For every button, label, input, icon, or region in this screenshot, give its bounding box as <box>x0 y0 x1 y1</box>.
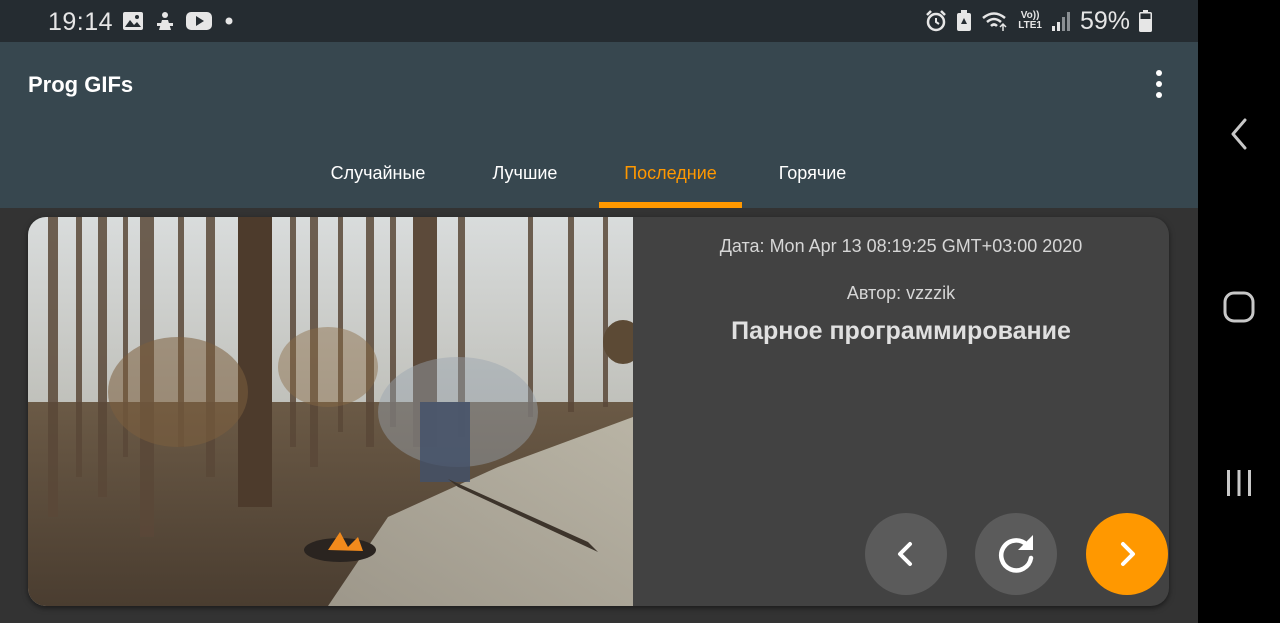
gif-info: Дата: Mon Apr 13 08:19:25 GMT+03:00 2020… <box>633 217 1169 606</box>
next-button[interactable] <box>1086 513 1168 595</box>
gif-image[interactable] <box>28 217 633 606</box>
app-title: Prog GIFs <box>28 72 134 97</box>
gif-title: Парное программирование <box>731 317 1071 345</box>
gif-card: Дата: Mon Apr 13 08:19:25 GMT+03:00 2020… <box>28 217 1169 606</box>
dot-icon <box>225 17 233 25</box>
reload-icon <box>998 535 1034 573</box>
tab-random[interactable]: Случайные <box>305 138 451 208</box>
status-bar: 19:14 Vo)) LTE1 59% <box>0 0 1198 42</box>
tab-best[interactable]: Лучшие <box>451 138 599 208</box>
gallery-icon <box>123 12 143 30</box>
alarm-icon <box>926 10 947 32</box>
volte-lte-icon: Vo)) LTE1 <box>1018 11 1042 31</box>
system-nav-bar <box>1198 0 1280 623</box>
back-icon <box>1231 118 1247 150</box>
battery-saver-icon <box>957 10 972 31</box>
tab-bar: Случайные Лучшие Последние Горячие <box>305 138 883 208</box>
home-icon <box>1223 291 1255 323</box>
app-notification-icon <box>157 12 173 30</box>
gif-author: Автор: vzzzik <box>846 283 956 303</box>
more-vert-icon[interactable] <box>1148 66 1170 102</box>
lte-label: LTE1 <box>1018 20 1042 31</box>
chevron-left-icon <box>898 542 912 566</box>
recents-icon <box>1227 470 1251 496</box>
battery-icon <box>1139 10 1152 32</box>
prev-button[interactable] <box>865 513 947 595</box>
status-time: 19:14 <box>48 8 114 36</box>
gif-date: Дата: Mon Apr 13 08:19:25 GMT+03:00 2020 <box>719 236 1083 256</box>
reload-button[interactable] <box>975 513 1057 595</box>
app-toolbar: Prog GIFs Случайные Лучшие Последние Гор… <box>0 42 1198 208</box>
battery-percent: 59% <box>1079 6 1130 35</box>
app-screen: 19:14 Vo)) LTE1 59% Prog GIFs Случайные … <box>0 0 1198 623</box>
tab-latest[interactable]: Последние <box>599 138 742 208</box>
tab-hot[interactable]: Горячие <box>742 138 883 208</box>
signal-icon <box>1051 12 1070 31</box>
wifi-icon <box>982 12 1007 31</box>
recents-button[interactable] <box>1198 466 1280 500</box>
home-button[interactable] <box>1198 290 1280 324</box>
chevron-right-icon <box>1121 542 1135 566</box>
back-button[interactable] <box>1198 116 1280 152</box>
youtube-icon <box>186 12 212 30</box>
